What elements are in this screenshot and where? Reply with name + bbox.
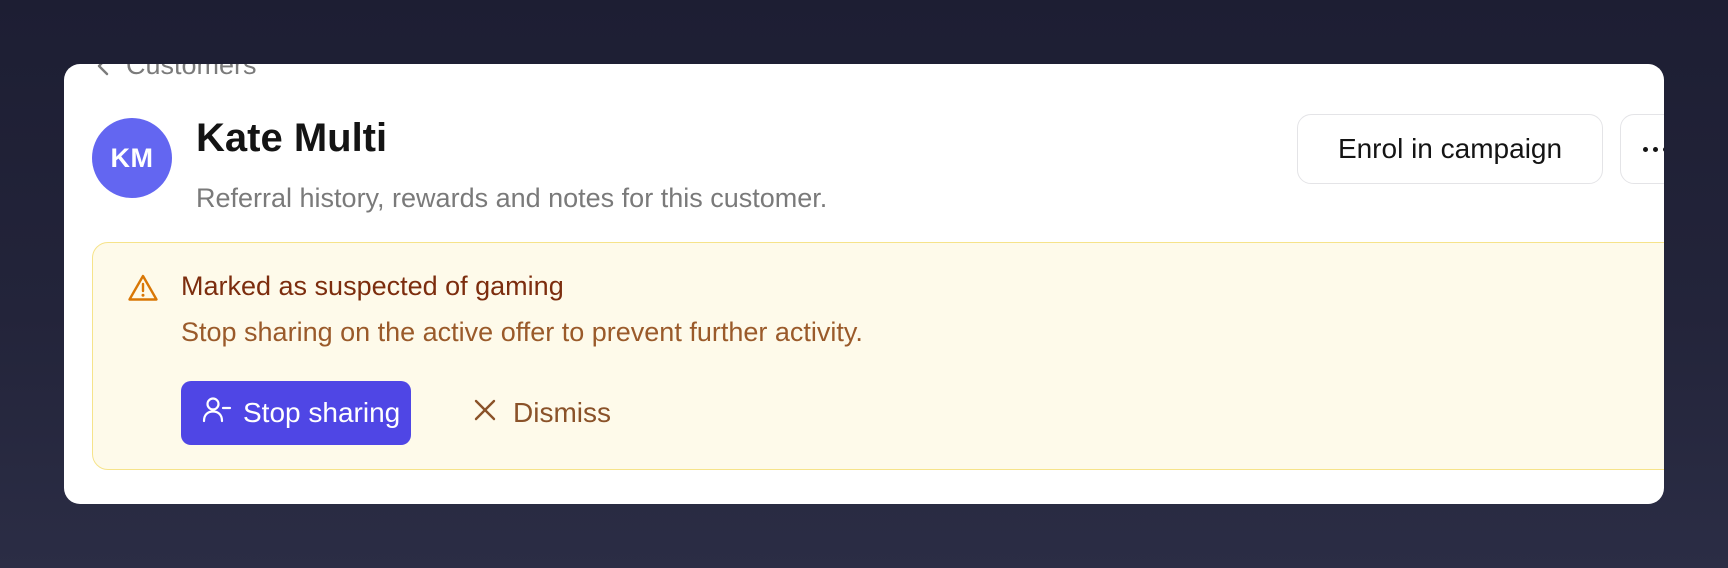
enrol-in-campaign-button[interactable]: Enrol in campaign bbox=[1297, 114, 1603, 184]
breadcrumb-link-customers[interactable]: Customers bbox=[126, 64, 257, 81]
page-title: Kate Multi bbox=[196, 116, 388, 160]
alert-title: Marked as suspected of gaming bbox=[181, 271, 564, 301]
alert-description: Stop sharing on the active offer to prev… bbox=[181, 317, 863, 347]
user-minus-icon bbox=[201, 394, 233, 433]
gaming-warning-alert: Marked as suspected of gaming Stop shari… bbox=[92, 242, 1664, 470]
dismiss-label: Dismiss bbox=[513, 397, 611, 428]
chevron-left-icon[interactable] bbox=[94, 64, 112, 80]
enrol-in-campaign-label: Enrol in campaign bbox=[1337, 133, 1563, 164]
customer-card: Customers KM Kate Multi Referral history… bbox=[64, 64, 1664, 504]
close-icon bbox=[473, 397, 497, 429]
stop-sharing-label: Stop sharing bbox=[243, 397, 401, 428]
dismiss-button[interactable]: Dismiss bbox=[473, 381, 611, 445]
breadcrumb[interactable]: Customers bbox=[94, 64, 257, 81]
avatar-initials: KM bbox=[110, 142, 154, 173]
page-subtitle: Referral history, rewards and notes for … bbox=[196, 183, 828, 213]
more-actions-button[interactable] bbox=[1620, 114, 1664, 184]
stop-sharing-button[interactable]: Stop sharing bbox=[181, 381, 411, 445]
avatar: KM bbox=[92, 118, 172, 198]
warning-triangle-icon bbox=[127, 273, 159, 308]
more-horizontal-icon bbox=[1643, 147, 1664, 152]
